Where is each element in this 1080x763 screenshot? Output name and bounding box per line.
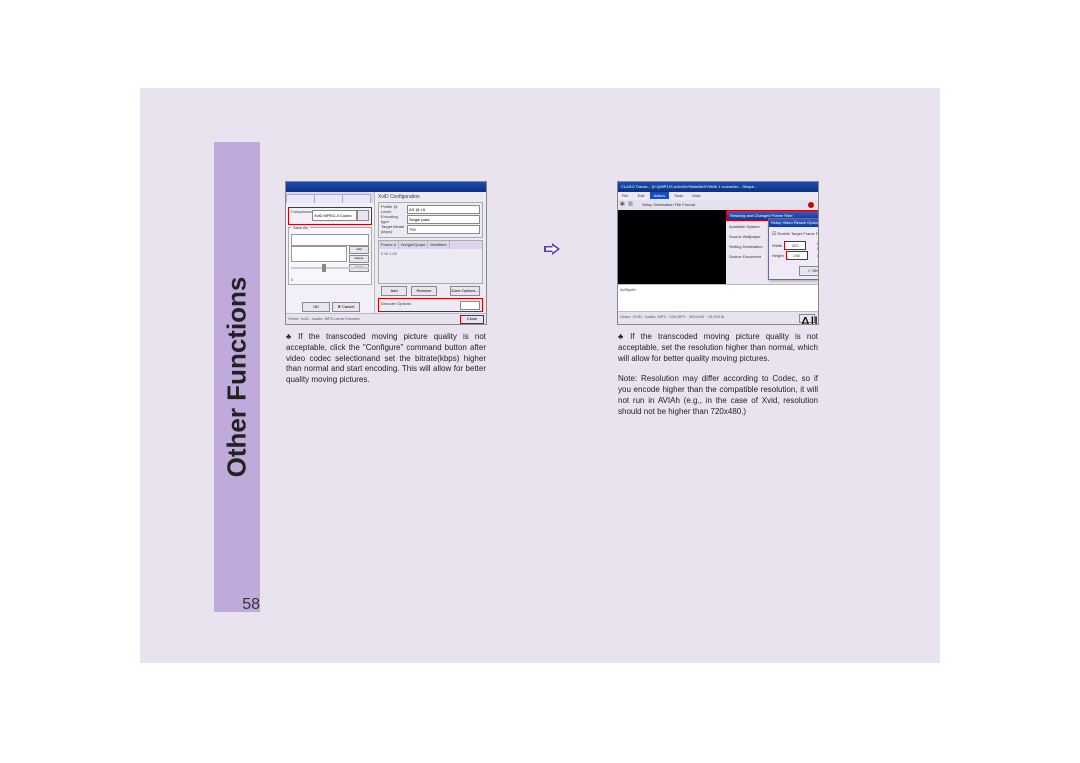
- right-tip-paragraph: If the transcoded moving picture quality…: [618, 332, 818, 364]
- zones-header: Frame # Weight/Quant Modifiers: [379, 241, 482, 249]
- ok-button[interactable]: OK: [302, 302, 330, 312]
- aspectratio-row: A.R.Defa: [817, 251, 818, 260]
- section-title: Other Functions: [222, 277, 253, 478]
- codec-label: Compressor: [291, 209, 313, 214]
- club-icon: [618, 332, 630, 341]
- left-tip-paragraph: If the transcoded moving picture quality…: [286, 332, 486, 386]
- config-title: XviD Configuration: [378, 194, 420, 200]
- panel-item[interactable]: Available System: [729, 224, 760, 229]
- dialog-ok-button[interactable]: OK: [799, 266, 818, 276]
- configure-button[interactable]: [357, 210, 369, 221]
- menu-bar: File Edit Action Tools Help: [618, 192, 818, 200]
- codec-field[interactable]: XviD MPEG-4 Codec: [312, 210, 357, 221]
- height-row: Height240: [772, 251, 808, 260]
- left-panel: Compressor XviD MPEG-4 Codec Save As Add…: [286, 203, 374, 314]
- status-text: Video: XviD - Audio: MP3 Lame Encoder: [288, 316, 360, 321]
- bitrate-label: Target bitrate (kbps):: [381, 224, 407, 234]
- decoder-label: Decoder Options: [381, 301, 411, 306]
- page-number: 58: [214, 596, 260, 614]
- zones-row[interactable]: 0 W 1.00: [381, 251, 397, 256]
- decoder-options-highlight: Decoder Options: [378, 298, 483, 312]
- zone-remove-button[interactable]: Remove: [411, 286, 437, 296]
- close-button[interactable]: Close: [460, 315, 484, 324]
- add-button[interactable]: Add: [349, 246, 369, 254]
- right-column: CLASG Transc... [K:\]/MP1/G,mAviVb/Wate/…: [618, 182, 818, 426]
- dialog-title: Setup Video Resize Option: [769, 219, 818, 227]
- status-bar: Video: XVID · Audio: MP3 · 128 MP3 · 320…: [618, 311, 818, 324]
- section-sidebar: Other Functions: [214, 142, 260, 612]
- height-field[interactable]: 240: [786, 251, 808, 260]
- progress-slider[interactable]: [291, 264, 369, 272]
- titlebar-text: CLASG Transc... [K:\]/MP1/G,mAviVb/Wate/…: [621, 184, 757, 189]
- window-titlebar: CLASG Transc... [K:\]/MP1/G,mAviVb/Wate/…: [618, 182, 818, 192]
- enctype-field[interactable]: Single pass: [407, 215, 480, 224]
- screenshot-resize-dialog: CLASG Transc... [K:\]/MP1/G,mAviVb/Wate/…: [618, 182, 818, 324]
- video-preview: [618, 210, 726, 284]
- panel-item[interactable]: Source Wallpaper: [729, 234, 761, 239]
- status-bar: Video: XviD - Audio: MP3 Lame Encoder Cl…: [286, 313, 486, 324]
- slider-label: 0: [291, 277, 293, 282]
- right-panel: XviD Configuration Profile @ Level:AS @ …: [374, 192, 486, 314]
- source-list-header: [291, 234, 369, 246]
- lower-panel: AviSynth: [618, 284, 818, 313]
- menu-item[interactable]: Tools: [670, 192, 687, 199]
- menu-item-active[interactable]: Action: [650, 192, 669, 199]
- panel-item[interactable]: Setting Destination: [729, 244, 763, 249]
- decoder-field[interactable]: [460, 301, 480, 310]
- source-list[interactable]: [291, 246, 347, 262]
- delete-button[interactable]: Delete: [349, 255, 369, 263]
- document-page: Other Functions 58 Compressor XviD MPEG-…: [140, 88, 940, 663]
- screenshot-encoder-config: Compressor XviD MPEG-4 Codec Save As Add…: [286, 182, 486, 324]
- enctype-label: Encoding type:: [381, 214, 407, 224]
- status-text: Video: XVID · Audio: MP3 · 128 MP3 · 320…: [620, 314, 724, 319]
- zone-add-button[interactable]: Add: [381, 286, 407, 296]
- arrow-icon: [544, 243, 560, 255]
- main-settings-box: Profile @ Level:AS @ L5 Encoding type:Si…: [378, 202, 483, 238]
- club-icon: [286, 332, 298, 341]
- framedelay-row: Frame Delay0: [817, 241, 818, 251]
- profile-field[interactable]: AS @ L5: [407, 205, 480, 214]
- enable-checkbox[interactable]: Enable Target Frame Rate: [772, 231, 818, 237]
- profile-label: Profile @ Level:: [381, 204, 407, 214]
- group-header: Save As: [291, 225, 310, 230]
- menu-item[interactable]: Edit: [634, 192, 649, 199]
- width-row: Width320: [772, 241, 806, 250]
- width-field[interactable]: 320: [784, 241, 806, 250]
- save-as-group: Save As Add Delete Clear 0: [288, 227, 372, 285]
- zones-box: Frame # Weight/Quant Modifiers 0 W 1.00: [378, 240, 483, 284]
- cancel-button[interactable]: Cancel: [332, 302, 360, 312]
- zone-options-button[interactable]: Zone Options...: [450, 286, 480, 296]
- bitrate-field[interactable]: 700: [407, 225, 480, 234]
- record-icon[interactable]: [808, 202, 814, 208]
- codec-row-highlight: Compressor XviD MPEG-4 Codec: [288, 207, 372, 225]
- resize-dialog: Setup Video Resize Option Enable Target …: [768, 218, 818, 280]
- tab-label[interactable]: AviSynth: [620, 287, 636, 292]
- toolbar-icons[interactable]: ▣ ▥: [620, 201, 634, 207]
- toolbar-label: Setup Destination File Format: [642, 202, 695, 207]
- right-note-paragraph: Note: Resolution may differ according to…: [618, 374, 818, 417]
- left-column: Compressor XviD MPEG-4 Codec Save As Add…: [286, 182, 486, 394]
- panel-item[interactable]: Source Document: [729, 254, 761, 259]
- menu-item[interactable]: File: [618, 192, 632, 199]
- menu-item[interactable]: Help: [688, 192, 704, 199]
- all-button[interactable]: All: [799, 314, 815, 323]
- window-titlebar: [286, 182, 486, 192]
